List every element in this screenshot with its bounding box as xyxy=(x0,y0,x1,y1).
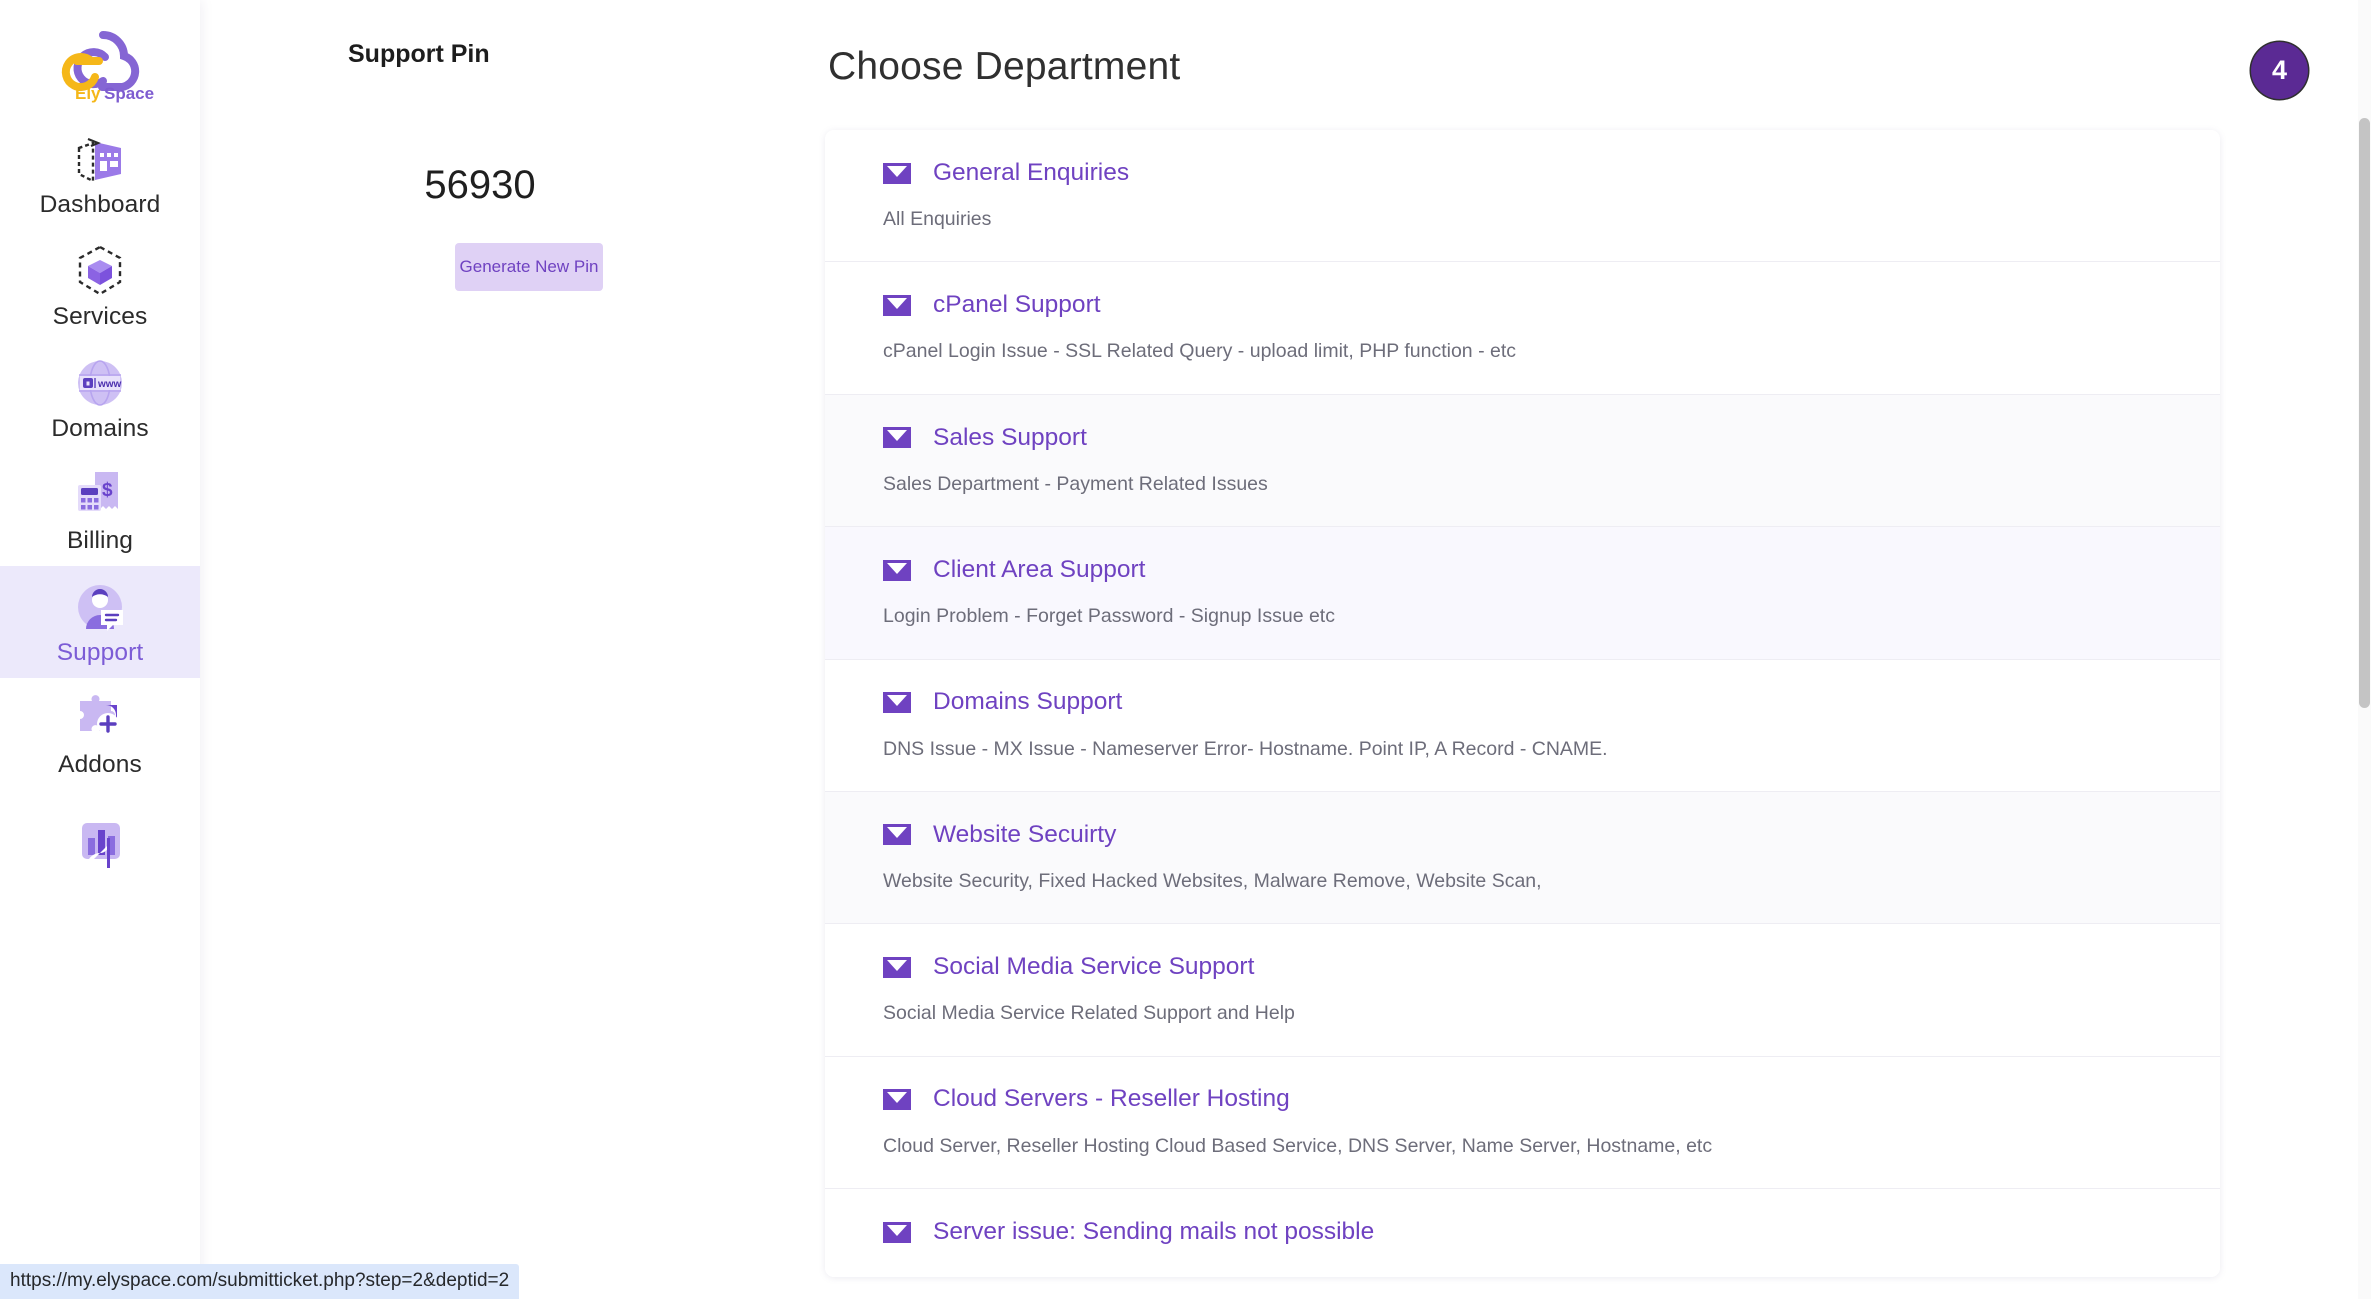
support-pin-title: Support Pin xyxy=(348,40,490,68)
department-description: Social Media Service Related Support and… xyxy=(883,1002,1295,1025)
domains-globe-www-icon: www xyxy=(69,355,131,411)
sidebar-item-domains[interactable]: www Domains xyxy=(0,342,200,454)
department-row[interactable]: Sales Support Sales Department - Payment … xyxy=(825,394,2220,528)
logo-text-space: Space xyxy=(104,84,154,103)
sidebar-label-domains: Domains xyxy=(51,414,149,442)
department-description: Cloud Server, Reseller Hosting Cloud Bas… xyxy=(883,1134,1713,1157)
department-row[interactable]: cPanel Support cPanel Login Issue - SSL R… xyxy=(825,262,2220,395)
department-row[interactable]: General Enquiries All Enquiries xyxy=(825,130,2220,263)
vertical-scrollbar-thumb[interactable] xyxy=(2359,118,2370,708)
department-name-link[interactable]: Cloud Servers - Reseller Hosting xyxy=(933,1087,1290,1112)
department-list-card: General Enquiries All Enquiries cPanel Sup… xyxy=(825,130,2220,1278)
logo-text-ely: Ely xyxy=(75,84,101,103)
envelope-icon xyxy=(883,559,911,581)
sidebar-item-dashboard[interactable]: Dashboard xyxy=(0,118,200,230)
envelope-icon xyxy=(883,294,911,316)
dashboard-icon xyxy=(69,131,131,187)
cloud-e-logo-icon: Ely Space xyxy=(61,31,154,103)
department-name-link[interactable]: Website Secuirty xyxy=(933,822,1116,848)
envelope-icon xyxy=(883,1089,911,1111)
main-content: Choose Department 4 General Enquiries All… xyxy=(820,0,2371,1299)
department-header: General Enquiries xyxy=(883,158,2220,188)
envelope-icon xyxy=(883,824,911,846)
app-window: Ely Space Dashboard Services www Domains… xyxy=(0,0,2371,1299)
department-description: All Enquiries xyxy=(883,208,992,230)
sidebar-item-billing[interactable]: $ Billing xyxy=(0,454,200,566)
department-header: Client Area Support xyxy=(883,555,2220,585)
department-row[interactable]: Cloud Servers - Reseller Hosting Cloud Se… xyxy=(825,1056,2220,1190)
department-header: Social Media Service Support xyxy=(883,952,2220,982)
sidebar-item-affiliates[interactable] xyxy=(0,790,200,902)
department-name-link[interactable]: Domains Support xyxy=(933,690,1122,715)
department-name-link[interactable]: Social Media Service Support xyxy=(933,955,1254,980)
sidebar-item-services[interactable]: Services xyxy=(0,230,200,342)
department-header: cPanel Support xyxy=(883,290,2220,320)
services-cube-icon xyxy=(69,243,131,299)
department-row[interactable]: Social Media Service Support Social Media… xyxy=(825,924,2220,1057)
envelope-icon xyxy=(883,162,911,184)
brand-logo[interactable]: Ely Space xyxy=(0,0,200,118)
sidebar-item-addons[interactable]: Addons xyxy=(0,678,200,790)
sidebar-label-services: Services xyxy=(52,302,148,330)
department-row[interactable]: Domains Support DNS Issue - MX Issue - Na… xyxy=(825,659,2220,792)
department-row[interactable]: Website Secuirty Website Security, Fixed … xyxy=(825,791,2220,925)
addons-puzzle-plus-icon xyxy=(69,691,131,747)
step-badge[interactable]: 4 xyxy=(2251,42,2308,99)
department-description: Sales Department - Payment Related Issue… xyxy=(883,472,1268,495)
department-row[interactable]: Server issue: Sending mails not possible xyxy=(825,1189,2220,1278)
department-description: Login Problem - Forget Password - Signup… xyxy=(883,605,1335,628)
department-header: Domains Support xyxy=(883,688,2220,718)
department-name-link[interactable]: General Enquiries xyxy=(933,160,1129,186)
envelope-icon xyxy=(883,956,911,978)
department-description: DNS Issue - MX Issue - Nameserver Error-… xyxy=(883,737,1608,760)
department-header: Cloud Servers - Reseller Hosting xyxy=(883,1085,2220,1115)
sidebar-label-support: Support xyxy=(56,638,144,666)
department-row[interactable]: Client Area Support Login Problem - Forge… xyxy=(825,527,2220,660)
page-title: Choose Department xyxy=(828,45,1181,88)
affiliates-chart-icon xyxy=(69,815,131,871)
department-description: Website Security, Fixed Hacked Websites,… xyxy=(883,869,1542,892)
sidebar-label-billing: Billing xyxy=(66,526,134,554)
department-name-link[interactable]: cPanel Support xyxy=(933,293,1101,318)
generate-new-pin-button[interactable]: Generate New Pin xyxy=(455,243,603,291)
department-header: Website Secuirty xyxy=(883,820,2220,850)
sidebar-item-support[interactable]: Support xyxy=(0,566,200,678)
envelope-icon xyxy=(883,692,911,714)
sidebar-label-addons: Addons xyxy=(58,750,142,778)
department-name-link[interactable]: Server issue: Sending mails not possible xyxy=(933,1219,1374,1245)
department-name-link[interactable]: Client Area Support xyxy=(933,557,1145,583)
department-description: cPanel Login Issue - SSL Related Query -… xyxy=(883,340,1516,363)
support-pin-value: 56930 xyxy=(424,163,536,207)
envelope-icon xyxy=(883,427,911,449)
support-pin-panel: Support Pin 56930 Generate New Pin xyxy=(200,0,820,1299)
browser-status-bar-url: https://my.elyspace.com/submitticket.php… xyxy=(0,1264,520,1299)
department-header: Sales Support xyxy=(883,423,2220,453)
department-name-link[interactable]: Sales Support xyxy=(933,425,1087,451)
support-agent-chat-icon xyxy=(69,579,131,635)
svg-text:$: $ xyxy=(102,480,113,501)
sidebar-label-dashboard: Dashboard xyxy=(39,190,161,218)
department-header: Server issue: Sending mails not possible xyxy=(883,1217,2220,1247)
sidebar: Ely Space Dashboard Services www Domains… xyxy=(0,0,200,1299)
svg-text:www: www xyxy=(97,379,122,390)
envelope-icon xyxy=(883,1221,911,1243)
billing-calculator-invoice-icon: $ xyxy=(69,467,131,523)
